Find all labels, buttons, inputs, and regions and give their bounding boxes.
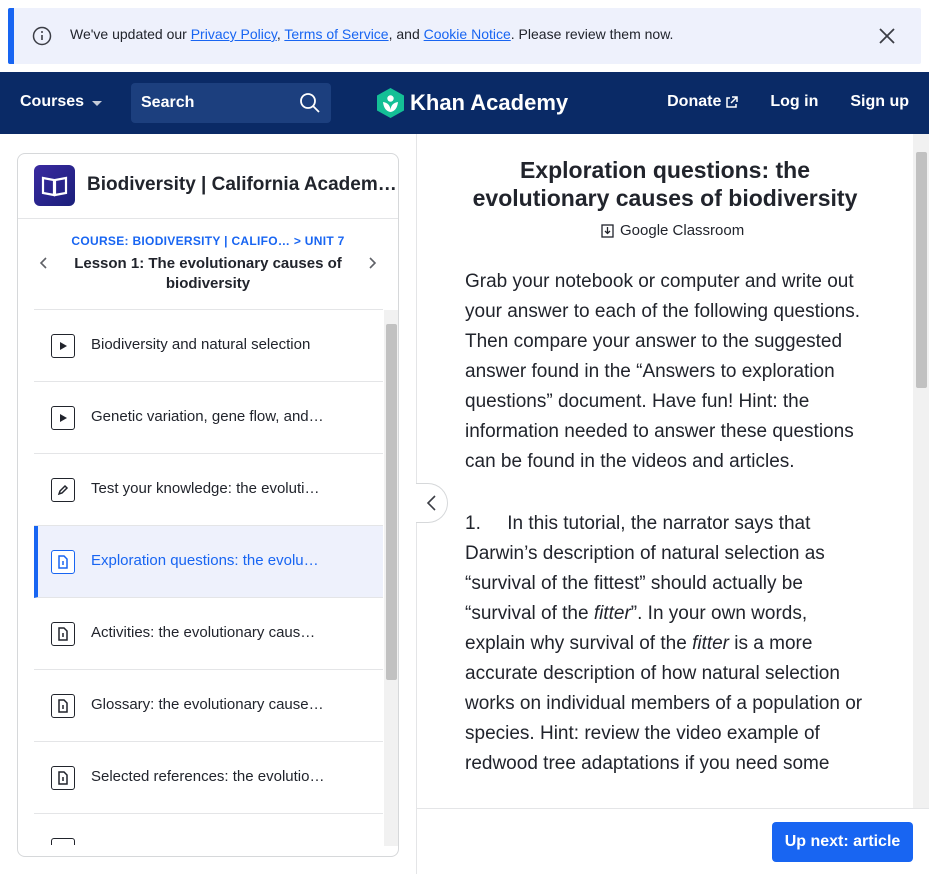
list-item[interactable]: Selected references: the evolutio…: [34, 742, 383, 814]
search-label: Search: [141, 94, 195, 111]
share-classroom-icon: [601, 223, 614, 238]
next-lesson-chevron-icon[interactable]: [364, 255, 380, 271]
breadcrumb-unit-link[interactable]: UNIT 7: [305, 234, 345, 248]
list-item[interactable]: Test your knowledge: the evoluti…: [34, 454, 383, 526]
question-emphasis: fitter: [593, 603, 631, 624]
list-item[interactable]: Genetic variation, gene flow, and…: [34, 382, 383, 454]
course-title: Biodiversity | California Academy…: [87, 174, 397, 195]
list-item-partial[interactable]: [34, 814, 383, 845]
search-icon: [300, 93, 320, 113]
banner-sep: , and: [388, 26, 424, 42]
nav-actions: Donate Log in Sign up: [667, 93, 909, 111]
play-icon: [51, 406, 75, 430]
list-item[interactable]: Glossary: the evolutionary cause…: [34, 670, 383, 742]
question-emphasis: fitter: [692, 633, 730, 654]
external-link-icon: [726, 95, 739, 108]
lesson-item-list: Biodiversity and natural selection Genet…: [34, 309, 383, 845]
lesson-title: Lesson 1: The evolutionary causes of bio…: [74, 255, 342, 292]
banner-text: We've updated our Privacy Policy, Terms …: [70, 26, 673, 42]
list-item[interactable]: Biodiversity and natural selection: [34, 310, 383, 382]
donate-label: Donate: [667, 93, 722, 110]
article-icon: [51, 622, 75, 646]
pencil-icon: [51, 478, 75, 502]
article-footer: Up next: article: [417, 808, 929, 874]
article-scrollbar[interactable]: [913, 134, 929, 808]
question-text: is a more accurate description of how na…: [465, 633, 863, 774]
list-item[interactable]: Activities: the evolutionary caus…: [34, 598, 383, 670]
previous-lesson-chevron-icon[interactable]: [36, 255, 52, 271]
list-item-label: Exploration questions: the evolu…: [91, 552, 319, 569]
collapse-sidebar-button[interactable]: [416, 483, 448, 523]
google-classroom-button[interactable]: Google Classroom: [601, 222, 744, 239]
book-icon: [41, 176, 68, 197]
play-icon: [51, 334, 75, 358]
course-sidebar: Biodiversity | California Academy… COURS…: [17, 153, 399, 857]
cookie-notice-link[interactable]: Cookie Notice: [424, 26, 511, 42]
breadcrumb-separator: >: [290, 234, 305, 248]
article-scrollbar-thumb[interactable]: [916, 152, 927, 388]
chevron-down-icon: [92, 100, 103, 106]
courses-label: Courses: [20, 93, 85, 110]
search-input[interactable]: Search: [131, 83, 331, 123]
list-item-label: Genetic variation, gene flow, and…: [91, 408, 324, 425]
list-item-label: Test your knowledge: the evoluti…: [91, 480, 320, 497]
privacy-policy-link[interactable]: Privacy Policy: [191, 26, 277, 42]
sidebar-scrollbar-thumb[interactable]: [386, 324, 397, 680]
article-icon: [51, 766, 75, 790]
policy-banner: We've updated our Privacy Policy, Terms …: [8, 8, 921, 64]
up-next-button[interactable]: Up next: article: [772, 822, 913, 862]
article-icon: [51, 838, 75, 845]
sidebar-header[interactable]: Biodiversity | California Academy…: [18, 154, 398, 219]
article-body: Grab your notebook or computer and write…: [465, 267, 865, 811]
question-number: 1.: [465, 513, 481, 534]
breadcrumb-course-link[interactable]: COURSE: BIODIVERSITY | CALIFO…: [71, 234, 290, 248]
banner-suffix: . Please review them now.: [510, 26, 674, 42]
list-item-label: Selected references: the evolutio…: [91, 768, 325, 785]
breadcrumb: COURSE: BIODIVERSITY | CALIFO… > UNIT 7: [18, 234, 398, 248]
google-classroom-label: Google Classroom: [620, 222, 745, 239]
question-1: 1. In this tutorial, the narrator says t…: [465, 509, 865, 779]
top-navbar: Courses Search Khan Academy Donate Log i…: [0, 72, 929, 134]
list-item-label: Biodiversity and natural selection: [91, 336, 311, 353]
list-item-active[interactable]: Exploration questions: the evolu…: [34, 526, 383, 598]
info-icon: [32, 26, 52, 46]
article-title: Exploration questions: the evolutionary …: [472, 157, 858, 211]
login-link[interactable]: Log in: [770, 93, 818, 111]
article-icon: [51, 550, 75, 574]
terms-of-service-link[interactable]: Terms of Service: [284, 26, 388, 42]
course-thumbnail: [34, 165, 75, 206]
intro-paragraph: Grab your notebook or computer and write…: [465, 271, 861, 472]
close-icon[interactable]: [877, 26, 897, 46]
donate-link[interactable]: Donate: [667, 93, 739, 111]
sidebar-scrollbar[interactable]: [384, 310, 398, 846]
article-icon: [51, 694, 75, 718]
courses-menu-button[interactable]: Courses: [20, 93, 103, 111]
article-panel: Exploration questions: the evolutionary …: [416, 134, 929, 874]
list-item-label: Glossary: the evolutionary cause…: [91, 696, 324, 713]
logo-text: Khan Academy: [410, 90, 569, 115]
khan-leaf-icon: [377, 88, 404, 118]
chevron-left-icon: [426, 495, 436, 511]
list-item-label: Activities: the evolutionary caus…: [91, 624, 316, 641]
banner-prefix: We've updated our: [70, 26, 191, 42]
signup-link[interactable]: Sign up: [850, 93, 909, 111]
khan-academy-logo[interactable]: Khan Academy: [377, 88, 568, 118]
